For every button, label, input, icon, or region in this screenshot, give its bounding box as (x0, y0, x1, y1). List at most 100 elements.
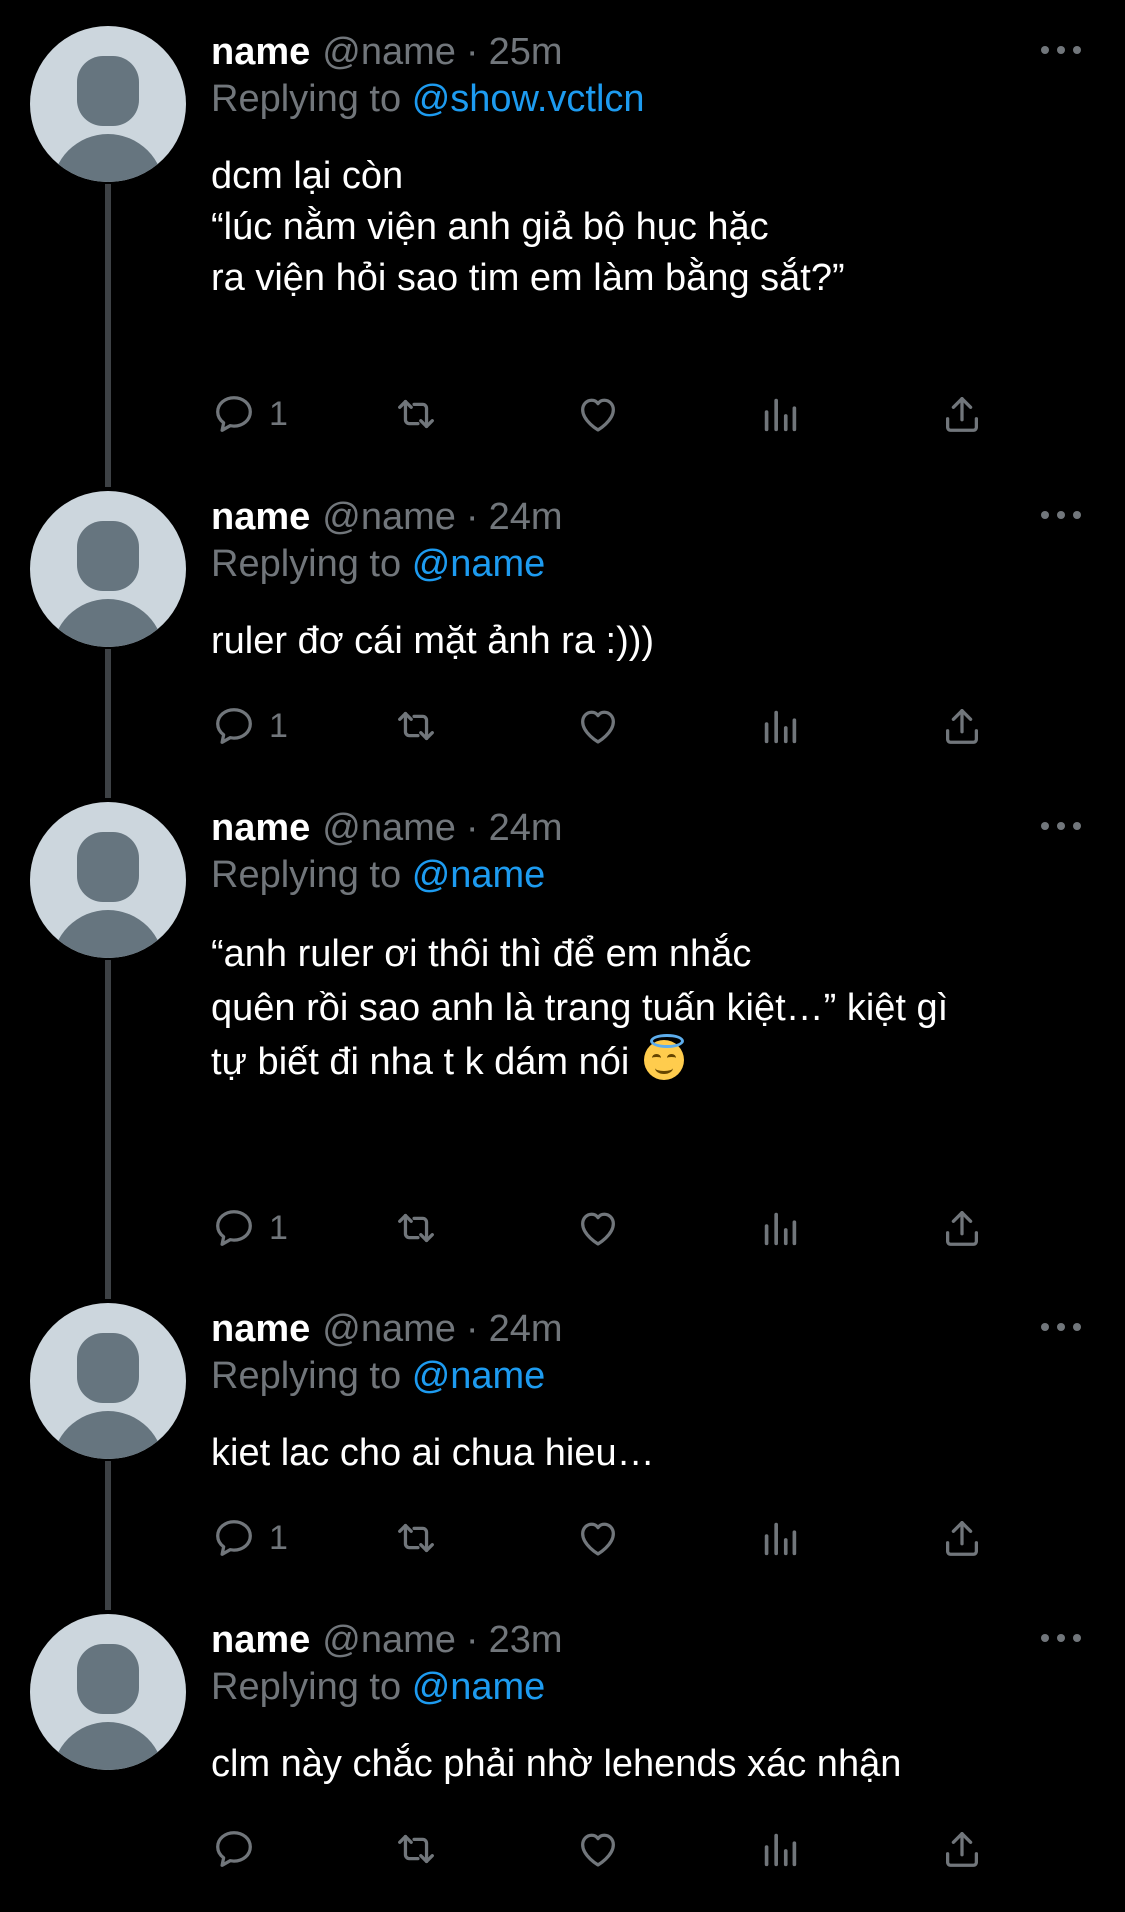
more-dots-icon[interactable] (1041, 46, 1081, 58)
tweet-header: name @name · 24m (211, 1303, 563, 1355)
tweet-text-line: ra viện hỏi sao tim em làm bằng sắt?” (211, 257, 845, 299)
share-upload-icon (945, 397, 979, 432)
display-name[interactable]: name (211, 496, 310, 539)
more-dots-icon[interactable] (1041, 822, 1081, 834)
mention-link[interactable]: @show.vctlcn (412, 78, 645, 120)
reply-button[interactable]: 1 (211, 699, 288, 753)
replying-to-line: Replying to @name (211, 543, 545, 586)
separator-dot: · (465, 495, 479, 538)
like-button[interactable] (575, 699, 621, 753)
retweet-button[interactable] (393, 1511, 439, 1565)
replying-to-line: Replying to @name (211, 1355, 545, 1398)
retweet-button[interactable] (393, 1822, 439, 1876)
user-handle[interactable]: @name (322, 496, 456, 539)
mention-link[interactable]: @name (412, 1355, 546, 1397)
tweet-text-line: “anh ruler ơi thôi thì để em nhắc (211, 933, 752, 975)
retweet-button[interactable] (393, 387, 439, 441)
tweet-text-line: tự biết đi nha t k dám nói (211, 1034, 1091, 1089)
mention-link[interactable]: @name (412, 543, 546, 585)
user-handle[interactable]: @name (322, 807, 456, 850)
tweet-text-segment: tự biết đi nha t k dám nói (211, 1041, 630, 1083)
thread-connector-line (105, 649, 111, 798)
tweet-text: dcm lại còn “lúc nằm viện anh giả bộ hục… (211, 151, 1091, 304)
heart-icon (581, 1212, 615, 1246)
share-button[interactable] (939, 1511, 985, 1565)
reply-button[interactable]: 1 (211, 387, 288, 441)
mention-link[interactable]: @name (412, 854, 546, 896)
retweet-arrows-icon (398, 399, 434, 429)
bar-chart-icon (764, 1212, 797, 1246)
display-name[interactable]: name (211, 31, 310, 74)
speech-bubble-icon (216, 708, 252, 744)
tweet-header: name @name · 24m (211, 491, 563, 543)
reply-count: 1 (269, 706, 288, 745)
avatar[interactable] (30, 802, 186, 958)
tweet-actions: 1 (211, 1201, 1011, 1255)
retweet-button[interactable] (393, 1201, 439, 1255)
tweet-text-line: clm này chắc phải nhờ lehends xác nhận (211, 1743, 902, 1785)
share-button[interactable] (939, 1822, 985, 1876)
timestamp[interactable]: 25m (489, 31, 563, 74)
timestamp[interactable]: 24m (489, 1308, 563, 1351)
views-button[interactable] (757, 699, 803, 753)
tweet-text-line: ruler đơ cái mặt ảnh ra :))) (211, 620, 655, 662)
replying-to-line: Replying to @show.vctlcn (211, 78, 645, 121)
speech-bubble-icon (216, 1520, 252, 1556)
views-button[interactable] (757, 1511, 803, 1565)
mention-link[interactable]: @name (412, 1666, 546, 1708)
speech-bubble-icon (216, 1831, 252, 1867)
tweet-text-line: kiet lac cho ai chua hieu… (211, 1432, 655, 1474)
like-button[interactable] (575, 387, 621, 441)
display-name[interactable]: name (211, 1619, 310, 1662)
share-button[interactable] (939, 1201, 985, 1255)
user-handle[interactable]: @name (322, 31, 456, 74)
bar-chart-icon (764, 1833, 797, 1867)
views-button[interactable] (757, 1822, 803, 1876)
avatar[interactable] (30, 1303, 186, 1459)
smiling-face-with-halo-emoji (643, 1034, 684, 1080)
tweet-text-line: “lúc nằm viện anh giả bộ hục hặc (211, 206, 769, 248)
replying-prefix: Replying to (211, 78, 402, 120)
retweet-button[interactable] (393, 699, 439, 753)
like-button[interactable] (575, 1511, 621, 1565)
retweet-arrows-icon (398, 1213, 434, 1243)
avatar[interactable] (30, 491, 186, 647)
user-handle[interactable]: @name (322, 1308, 456, 1351)
tweet-text-line: quên rồi sao anh là trang tuấn kiệt…” ki… (211, 987, 949, 1029)
tweet-text: “anh ruler ơi thôi thì để em nhắc quên r… (211, 927, 1091, 1089)
reply-button[interactable]: 1 (211, 1201, 288, 1255)
heart-icon (581, 710, 615, 744)
bar-chart-icon (764, 1522, 797, 1556)
user-handle[interactable]: @name (322, 1619, 456, 1662)
timestamp[interactable]: 24m (489, 807, 563, 850)
share-button[interactable] (939, 699, 985, 753)
views-button[interactable] (757, 387, 803, 441)
reply-button[interactable] (211, 1822, 269, 1876)
avatar[interactable] (30, 1614, 186, 1770)
avatar[interactable] (30, 26, 186, 182)
timestamp[interactable]: 23m (489, 1619, 563, 1662)
replying-prefix: Replying to (211, 1355, 402, 1397)
display-name[interactable]: name (211, 1308, 310, 1351)
timestamp[interactable]: 24m (489, 496, 563, 539)
tweet-header: name @name · 24m (211, 802, 563, 854)
display-name[interactable]: name (211, 807, 310, 850)
like-button[interactable] (575, 1822, 621, 1876)
reply-button[interactable]: 1 (211, 1511, 288, 1565)
tweet-text: clm này chắc phải nhờ lehends xác nhận (211, 1739, 1091, 1790)
more-dots-icon[interactable] (1041, 1323, 1081, 1335)
more-dots-icon[interactable] (1041, 1634, 1081, 1646)
bar-chart-icon (764, 398, 797, 432)
tweet-text: ruler đơ cái mặt ảnh ra :))) (211, 616, 1091, 667)
heart-icon (581, 1522, 615, 1556)
tweet-actions: 1 (211, 699, 1011, 753)
bar-chart-icon (764, 710, 797, 744)
views-button[interactable] (757, 1201, 803, 1255)
tweet-header: name @name · 25m (211, 26, 563, 78)
tweet-text: kiet lac cho ai chua hieu… (211, 1428, 1091, 1479)
like-button[interactable] (575, 1201, 621, 1255)
more-dots-icon[interactable] (1041, 511, 1081, 523)
separator-dot: · (465, 30, 479, 73)
separator-dot: · (465, 806, 479, 849)
share-button[interactable] (939, 387, 985, 441)
